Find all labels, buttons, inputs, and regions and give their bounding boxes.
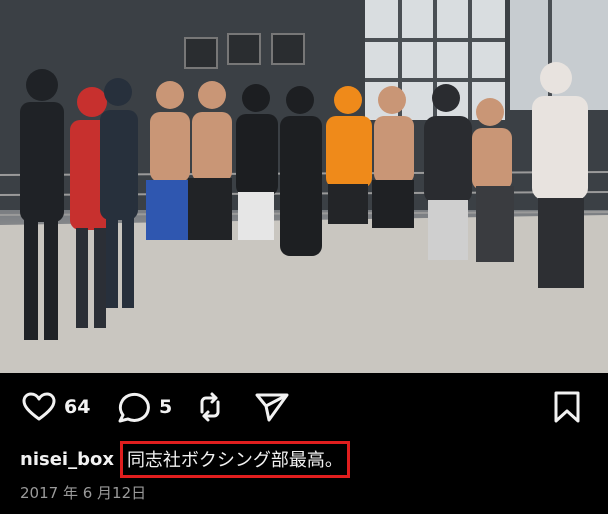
comment-action[interactable]: 5 xyxy=(117,391,172,423)
post-action-bar: 64 5 xyxy=(0,373,608,439)
post-date: 2017 年 6 月12日 xyxy=(20,484,147,502)
caption-text-highlighted: 同志社ボクシング部最高。 xyxy=(119,440,350,478)
username-link[interactable]: nisei_box xyxy=(20,449,114,470)
repost-icon[interactable] xyxy=(194,391,226,423)
send-icon[interactable] xyxy=(254,391,290,423)
comment-count: 5 xyxy=(159,396,173,418)
bookmark-icon[interactable] xyxy=(552,390,582,424)
heart-icon[interactable] xyxy=(22,392,56,422)
save-action[interactable] xyxy=(552,391,582,423)
post-caption: nisei_box 同志社ボクシング部最高。 xyxy=(20,440,350,478)
repost-action[interactable] xyxy=(194,391,226,423)
post-photo[interactable] xyxy=(0,0,608,373)
share-action[interactable] xyxy=(254,391,290,423)
like-action[interactable]: 64 xyxy=(22,391,90,423)
like-count: 64 xyxy=(64,396,91,418)
boxing-team-photo xyxy=(0,0,608,373)
comment-bubble-icon[interactable] xyxy=(117,391,151,423)
